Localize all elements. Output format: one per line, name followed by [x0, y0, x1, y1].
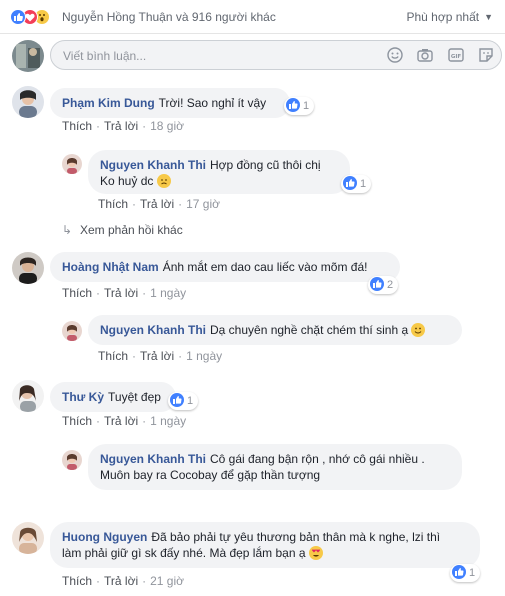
- like-count-number: 2: [387, 279, 394, 291]
- sort-dropdown[interactable]: Phù hợp nhất ▼: [406, 10, 493, 24]
- heart-eyes-emoji-icon: [308, 546, 323, 560]
- like-count-number: 1: [303, 100, 310, 112]
- comment-text: Đã bảo phải tự yêu thương bản thân mà k …: [151, 530, 441, 544]
- like-link[interactable]: Thích: [98, 197, 128, 211]
- like-count-number: 1: [360, 178, 367, 190]
- like-reaction-icon: [10, 9, 26, 25]
- like-count-number: 1: [469, 567, 476, 579]
- avatar[interactable]: [12, 380, 44, 412]
- composer-tools: GIF: [377, 46, 495, 64]
- comment-time[interactable]: 1 ngày: [186, 349, 222, 363]
- like-count-number: 1: [187, 395, 194, 407]
- comment-time[interactable]: 1 ngày: [150, 414, 186, 428]
- current-user-avatar[interactable]: [12, 40, 44, 72]
- comment-time[interactable]: 18 giờ: [150, 119, 184, 133]
- like-icon: [343, 176, 357, 190]
- reply-bubble: Nguyen Khanh Thi Cô gái đang bận rộn , nh…: [88, 444, 462, 490]
- reply-link[interactable]: Trả lời: [104, 119, 138, 133]
- reply-bubble: Nguyen Khanh Thi Hợp đồng cũ thôi chị Ko …: [88, 150, 350, 194]
- comment-input[interactable]: Viết bình luận... GIF: [50, 40, 502, 70]
- comment-bubble: Hoàng Nhật Nam Ánh mắt em dao cau liếc và…: [50, 252, 400, 282]
- reply-link[interactable]: Trả lời: [140, 349, 174, 363]
- commenter-name[interactable]: Hoàng Nhật Nam: [62, 260, 159, 274]
- commenter-name[interactable]: Thư Kỳ: [62, 390, 104, 404]
- view-more-replies-label: Xem phản hồi khác: [80, 223, 183, 237]
- caret-down-icon: ▼: [484, 12, 493, 22]
- comment-text: Tuyệt đẹp: [108, 390, 161, 404]
- sticker-icon[interactable]: [477, 46, 495, 64]
- reaction-icons[interactable]: [10, 9, 58, 25]
- comment-like-count[interactable]: 1: [284, 97, 315, 115]
- comment-text: Trời! Sao nghỉ ít vậy: [158, 96, 267, 110]
- like-link[interactable]: Thích: [62, 286, 92, 300]
- like-icon: [170, 393, 184, 407]
- comment-time[interactable]: 21 giờ: [150, 574, 184, 588]
- commenter-name[interactable]: Phạm Kim Dung: [62, 96, 155, 110]
- like-link[interactable]: Thích: [62, 414, 92, 428]
- commenter-name[interactable]: Nguyen Khanh Thi: [100, 323, 206, 337]
- view-more-replies[interactable]: ↳ Xem phản hồi khác: [62, 223, 183, 237]
- comment-text-line2: Muôn bay ra Cocobay để gặp thần tượng: [100, 468, 321, 482]
- sad-emoji-icon: [156, 174, 171, 188]
- sort-label: Phù hợp nhất: [406, 10, 480, 24]
- smile-emoji-icon: [411, 323, 426, 337]
- comment-composer: Viết bình luận... GIF: [0, 34, 505, 76]
- comment-text: Cô gái đang bận rộn , nhớ cô gái nhiều .: [210, 452, 425, 466]
- comment-actions: Thích · Trả lời · 1 ngày: [62, 286, 187, 300]
- comment-actions: Thích · Trả lời · 1 ngày: [62, 414, 187, 428]
- avatar[interactable]: [12, 86, 44, 118]
- emoji-icon[interactable]: [386, 46, 404, 64]
- comment-bubble: Thư Kỳ Tuyệt đẹp: [50, 382, 176, 412]
- comment-input-placeholder: Viết bình luận...: [63, 49, 147, 63]
- reply-actions: Thích · Trả lời · 1 ngày: [98, 349, 223, 363]
- reply-arrow-icon: ↳: [62, 223, 73, 237]
- commenter-name[interactable]: Huong Nguyen: [62, 530, 147, 544]
- comment-text: Ánh mắt em dao cau liếc vào mõm đá!: [162, 260, 368, 274]
- comment-time[interactable]: 1 ngày: [150, 286, 186, 300]
- reply-bubble: Nguyen Khanh Thi Dạ chuyên nghề chặt chém…: [88, 315, 462, 345]
- comment-text: Hợp đồng cũ thôi chị: [210, 158, 321, 172]
- like-link[interactable]: Thích: [62, 119, 92, 133]
- reaction-summary-text[interactable]: Nguyễn Hồng Thuận và 916 người khác: [62, 10, 276, 24]
- reaction-summary-bar: Nguyễn Hồng Thuận và 916 người khác Phù …: [0, 0, 505, 34]
- comment-actions: Thích · Trả lời · 21 giờ: [62, 574, 184, 588]
- gif-icon[interactable]: GIF: [447, 46, 465, 64]
- comment-actions: Thích · Trả lời · 18 giờ: [62, 119, 184, 133]
- avatar[interactable]: [12, 522, 44, 554]
- reply-link[interactable]: Trả lời: [104, 574, 138, 588]
- like-link[interactable]: Thích: [98, 349, 128, 363]
- comment-like-count[interactable]: 1: [168, 392, 199, 410]
- comment-bubble: Phạm Kim Dung Trời! Sao nghỉ ít vậy: [50, 88, 290, 118]
- comment-bubble: Huong Nguyen Đã bảo phải tự yêu thương bả…: [50, 522, 480, 568]
- svg-text:GIF: GIF: [450, 54, 461, 60]
- comment-like-count[interactable]: 1: [450, 564, 481, 582]
- reply-like-count[interactable]: 1: [341, 175, 372, 193]
- comment-time[interactable]: 17 giờ: [186, 197, 220, 211]
- like-icon: [452, 565, 466, 579]
- reply-actions: Thích · Trả lời · 17 giờ: [98, 197, 220, 211]
- comment-text-line2: Ko huỷ dc: [100, 174, 154, 188]
- reply-link[interactable]: Trả lời: [140, 197, 174, 211]
- comment-text-line2: làm phải giữ gì sk đấy nhé. Mà đẹp lắm b…: [62, 546, 306, 560]
- comment-like-count[interactable]: 2: [368, 276, 399, 294]
- avatar[interactable]: [62, 450, 82, 470]
- comment-text: Dạ chuyên nghề chặt chém thí sinh ạ: [210, 323, 409, 337]
- reply-link[interactable]: Trả lời: [104, 414, 138, 428]
- commenter-name[interactable]: Nguyen Khanh Thi: [100, 452, 206, 466]
- like-icon: [370, 277, 384, 291]
- commenter-name[interactable]: Nguyen Khanh Thi: [100, 158, 206, 172]
- like-link[interactable]: Thích: [62, 574, 92, 588]
- avatar[interactable]: [12, 252, 44, 284]
- reply-link[interactable]: Trả lời: [104, 286, 138, 300]
- avatar[interactable]: [62, 321, 82, 341]
- avatar[interactable]: [62, 154, 82, 174]
- camera-icon[interactable]: [416, 46, 434, 64]
- like-icon: [286, 98, 300, 112]
